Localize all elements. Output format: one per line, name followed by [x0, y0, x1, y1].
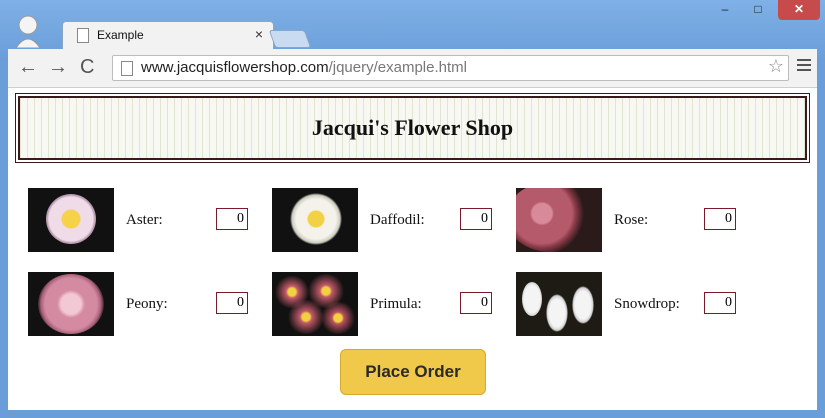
flower-label: Rose: — [614, 212, 649, 228]
bookmark-star-icon[interactable]: ☆ — [768, 56, 784, 77]
primula-image — [272, 272, 358, 336]
header-banner: Jacqui's Flower Shop — [15, 93, 810, 163]
page-icon — [121, 61, 133, 76]
forward-button[interactable]: → — [48, 56, 68, 78]
peony-image — [28, 272, 114, 336]
tab-close-icon[interactable]: × — [255, 26, 263, 42]
aster-quantity-input[interactable] — [216, 208, 248, 230]
browser-window: Example × – □ ✕ ← → C www.jacquisflowers… — [0, 0, 825, 418]
menu-icon[interactable] — [797, 59, 811, 74]
maximize-button[interactable]: □ — [745, 0, 771, 20]
rose-image — [516, 188, 602, 252]
snowdrop-quantity-input[interactable] — [704, 292, 736, 314]
page-title: Jacqui's Flower Shop — [311, 115, 514, 140]
flower-label: Aster: — [126, 212, 163, 228]
aster-image — [28, 188, 114, 252]
peony-quantity-input[interactable] — [216, 292, 248, 314]
place-order-button[interactable]: Place Order — [340, 349, 486, 395]
rose-quantity-input[interactable] — [704, 208, 736, 230]
browser-toolbar: ← → C www.jacquisflowershop.com/jquery/e… — [8, 49, 817, 88]
snowdrop-image — [516, 272, 602, 336]
flower-label: Snowdrop: — [614, 296, 680, 312]
back-button[interactable]: ← — [18, 56, 38, 78]
flower-label: Peony: — [126, 296, 168, 312]
tab-title: Example — [97, 28, 144, 42]
browser-tab[interactable]: Example × — [62, 21, 274, 50]
url-path: /jquery/example.html — [328, 59, 467, 76]
web-page: Jacqui's Flower Shop Aster: Daffodil: Ro… — [8, 88, 817, 410]
page-icon — [77, 28, 89, 43]
reload-button[interactable]: C — [80, 56, 94, 78]
url-text[interactable]: www.jacquisflowershop.com/jquery/example… — [141, 59, 467, 76]
daffodil-image — [272, 188, 358, 252]
address-bar[interactable]: www.jacquisflowershop.com/jquery/example… — [112, 55, 789, 81]
flower-label: Daffodil: — [370, 212, 425, 228]
url-domain: www.jacquisflowershop.com — [141, 59, 329, 76]
new-tab-button[interactable] — [268, 30, 312, 48]
close-window-button[interactable]: ✕ — [778, 0, 820, 20]
flower-label: Primula: — [370, 296, 422, 312]
daffodil-quantity-input[interactable] — [460, 208, 492, 230]
minimize-button[interactable]: – — [712, 0, 738, 20]
user-avatar-icon[interactable] — [14, 14, 42, 49]
primula-quantity-input[interactable] — [460, 292, 492, 314]
